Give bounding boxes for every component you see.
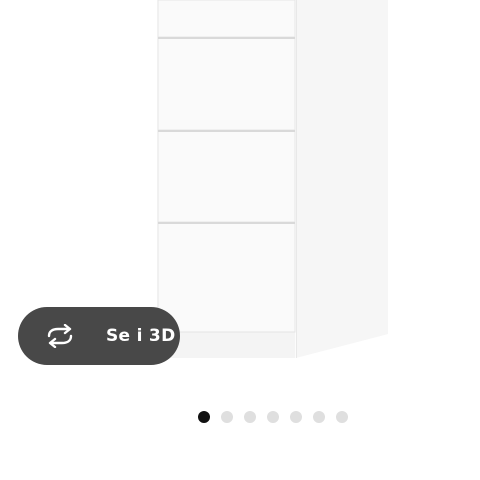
dresser-side-panel xyxy=(296,0,388,358)
dresser-drawer-3 xyxy=(157,129,296,235)
carousel-pagination xyxy=(0,410,480,424)
carousel-dot[interactable] xyxy=(290,411,302,423)
carousel-dot[interactable] xyxy=(267,411,279,423)
carousel-dot[interactable] xyxy=(313,411,325,423)
dresser-drawer-2 xyxy=(157,36,296,139)
dresser-drawer-4 xyxy=(157,221,296,333)
view-3d-label: Se i 3D xyxy=(106,326,176,346)
dresser-drawer-1 xyxy=(157,0,296,40)
carousel-dot[interactable] xyxy=(244,411,256,423)
carousel-dot[interactable] xyxy=(336,411,348,423)
carousel-dot[interactable] xyxy=(221,411,233,423)
rotate-3d-icon xyxy=(44,323,76,349)
carousel-dot[interactable] xyxy=(198,411,210,423)
view-3d-button[interactable]: Se i 3D xyxy=(18,307,180,365)
